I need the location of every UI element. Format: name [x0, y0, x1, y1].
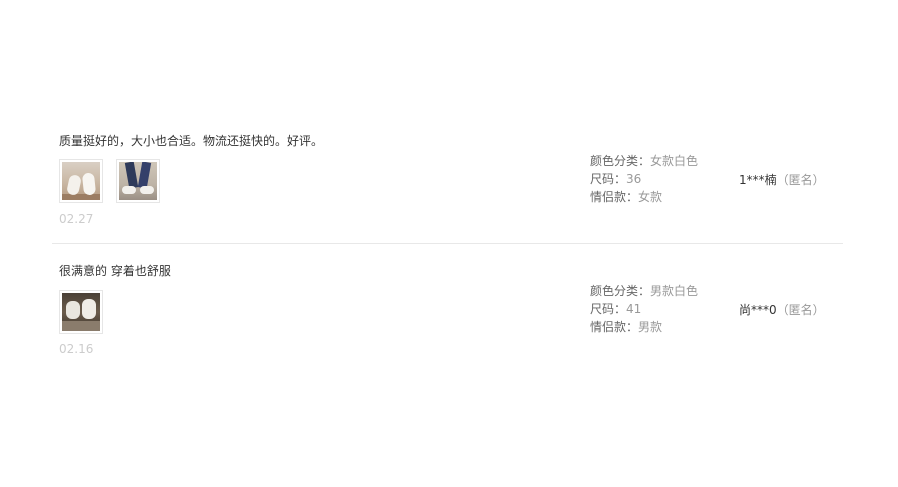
- sku-value: 女款: [638, 190, 663, 204]
- sku-key: 颜色分类：: [590, 284, 651, 298]
- review-date: 02.27: [59, 212, 94, 226]
- sku-value: 36: [626, 172, 642, 186]
- sku-key: 情侣款：: [590, 190, 639, 204]
- review-date: 02.16: [59, 342, 94, 356]
- sku-key: 颜色分类：: [590, 154, 651, 168]
- review-photo-thumbnail[interactable]: [59, 290, 103, 334]
- sku-value: 41: [626, 302, 642, 316]
- sku-value: 男款白色: [650, 284, 699, 298]
- review-photo-image: [119, 162, 157, 200]
- sku-size-row: 尺码：41: [590, 300, 698, 318]
- sku-key: 尺码：: [590, 302, 627, 316]
- reviewer: 尚***0（匿名）: [739, 301, 825, 318]
- reviewer: 1***楠（匿名）: [739, 171, 825, 188]
- sku-color-row: 颜色分类：女款白色: [590, 152, 698, 170]
- sku-color-row: 颜色分类：男款白色: [590, 282, 698, 300]
- sku-value: 男款: [638, 320, 663, 334]
- sku-value: 女款白色: [650, 154, 699, 168]
- review-divider: [52, 243, 843, 244]
- reviewer-name: 1***楠: [739, 173, 777, 187]
- review-photo-image: [62, 162, 100, 200]
- review-photo-image: [62, 293, 100, 331]
- sku-couple-row: 情侣款：女款: [590, 188, 698, 206]
- anonymous-tag: （匿名）: [776, 173, 825, 187]
- sku-key: 情侣款：: [590, 320, 639, 334]
- review-photo-thumbnail[interactable]: [116, 159, 160, 203]
- sku-size-row: 尺码：36: [590, 170, 698, 188]
- reviewer-name: 尚***0: [739, 303, 777, 317]
- sku-key: 尺码：: [590, 172, 627, 186]
- sku-info: 颜色分类：女款白色 尺码：36 情侣款：女款: [590, 152, 698, 206]
- anonymous-tag: （匿名）: [776, 303, 825, 317]
- review-content: 很满意的 穿着也舒服: [59, 264, 171, 278]
- sku-couple-row: 情侣款：男款: [590, 318, 698, 336]
- sku-info: 颜色分类：男款白色 尺码：41 情侣款：男款: [590, 282, 698, 336]
- review-content: 质量挺好的，大小也合适。物流还挺快的。好评。: [59, 134, 324, 148]
- review-photo-thumbnail[interactable]: [59, 159, 103, 203]
